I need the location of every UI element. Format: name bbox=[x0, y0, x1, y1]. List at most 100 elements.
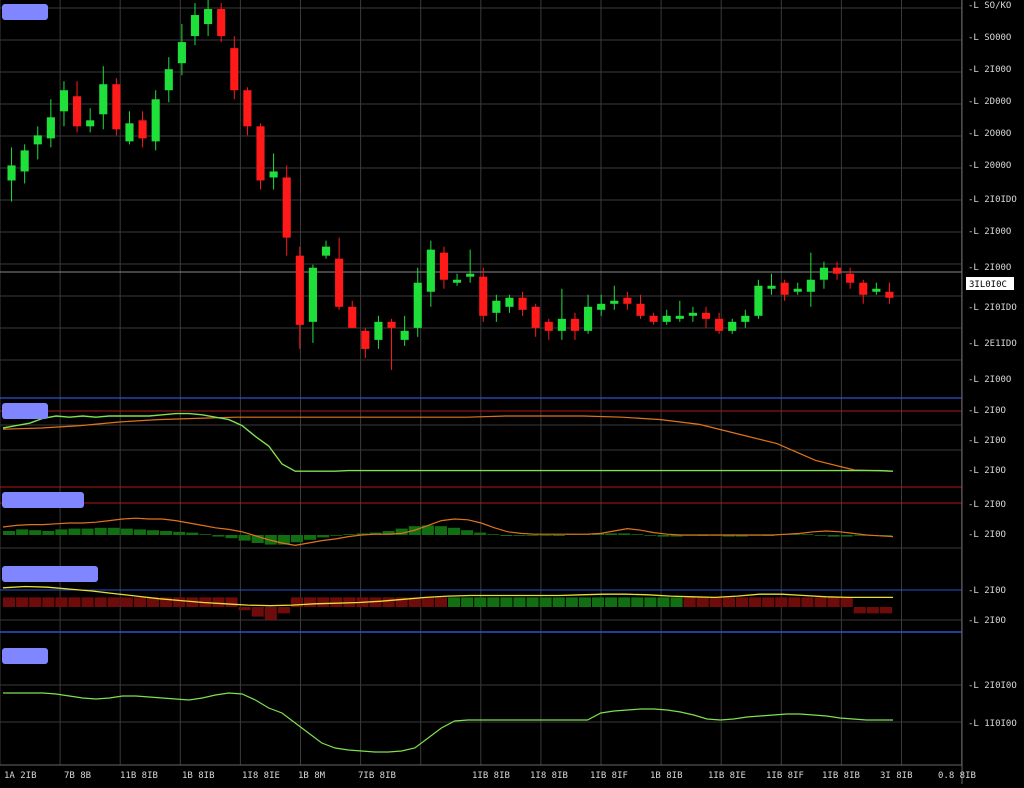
indicator3-histogram-bar bbox=[814, 597, 827, 607]
candle-body bbox=[348, 306, 357, 328]
indicator2-histogram-bar bbox=[173, 531, 186, 535]
indicator3-histogram-bar bbox=[251, 607, 264, 617]
indicator3-histogram-bar bbox=[421, 597, 434, 607]
indicator3-histogram-bar bbox=[212, 597, 225, 607]
indicator3-histogram-bar bbox=[133, 597, 146, 607]
candle-body bbox=[387, 321, 396, 328]
indicator2-histogram-bar bbox=[343, 534, 356, 535]
candle-body bbox=[439, 252, 449, 280]
indicator3-histogram-bar bbox=[722, 597, 735, 607]
candle-body bbox=[190, 15, 200, 37]
indicator1-label[interactable] bbox=[2, 403, 48, 419]
candle-body bbox=[230, 48, 239, 91]
indicator3-histogram-bar bbox=[552, 597, 565, 607]
indicator2-histogram-bar bbox=[801, 534, 814, 535]
indicator4-label[interactable] bbox=[2, 648, 48, 664]
indicator2-histogram-bar bbox=[120, 528, 133, 535]
indicator3-histogram-bar bbox=[827, 597, 840, 607]
price-tick-label: -L 2I00O bbox=[968, 227, 1011, 237]
candle-body bbox=[99, 84, 108, 115]
candle-body bbox=[112, 84, 121, 130]
candle-body bbox=[400, 330, 409, 340]
indicator2-label[interactable] bbox=[2, 492, 84, 508]
candle-body bbox=[557, 318, 566, 331]
main-pane-label[interactable] bbox=[2, 4, 48, 20]
candle-body bbox=[859, 282, 868, 295]
indicator2-histogram-bar bbox=[212, 535, 225, 537]
indicator2-histogram-bar bbox=[539, 535, 552, 536]
candle-body bbox=[701, 312, 711, 319]
time-tick-label: 1IB 8IE bbox=[708, 771, 746, 781]
indicator-tick-label: -L 2I0O bbox=[968, 406, 1006, 416]
indicator3-histogram-bar bbox=[225, 597, 238, 607]
candle-body bbox=[269, 171, 278, 178]
candle-body bbox=[256, 126, 265, 181]
price-tick-label: -L 2I00O bbox=[968, 65, 1011, 75]
candle-body bbox=[623, 297, 632, 304]
indicator2-histogram-bar bbox=[55, 529, 68, 535]
indicator3-histogram-bar bbox=[317, 597, 330, 607]
indicator-tick-label: -L 2I0O bbox=[968, 616, 1006, 626]
time-tick-label: 1IB 8IB bbox=[472, 771, 510, 781]
candle-body bbox=[321, 246, 331, 256]
indicator2-histogram-bar bbox=[29, 530, 42, 535]
indicator2-histogram-bar bbox=[42, 531, 55, 535]
indicator2-histogram-bar bbox=[552, 535, 565, 536]
indicator3-histogram-bar bbox=[683, 597, 696, 607]
indicator3-histogram-bar bbox=[696, 597, 709, 607]
time-tick-label: 1IB 8IB bbox=[822, 771, 860, 781]
indicator3-histogram-bar bbox=[487, 597, 500, 607]
candle-body bbox=[872, 288, 881, 292]
indicator2-histogram-bar bbox=[618, 533, 631, 535]
indicator2-histogram-bar bbox=[448, 527, 461, 535]
indicator3-histogram-bar bbox=[448, 597, 461, 607]
indicator3-histogram-bar bbox=[42, 597, 55, 607]
time-axis[interactable]: 1A 2IB 7B 8B 11B 8IB 1B 8IB 1I8 8IE 1B 8M 7IB … bbox=[4, 771, 976, 781]
indicator2-histogram-bar bbox=[146, 530, 160, 535]
indicator2-histogram-bar bbox=[644, 535, 657, 536]
indicator3-histogram-bar bbox=[434, 597, 447, 607]
indicator2-histogram-bar bbox=[605, 533, 618, 535]
candle-body bbox=[662, 315, 671, 322]
indicator3-histogram-bar bbox=[775, 597, 788, 607]
candle-body bbox=[282, 177, 291, 238]
indicator2-histogram-bar bbox=[317, 535, 330, 538]
indicator3-histogram-bar bbox=[3, 597, 16, 607]
chart-canvas[interactable]: -L SO/KO -L SO00O -L 2I00O -L 2D00O -L 2O00O… bbox=[0, 0, 1024, 784]
candle-body bbox=[505, 297, 514, 307]
indicator2-histogram-bar bbox=[840, 535, 853, 537]
indicator2-histogram-bar bbox=[160, 531, 173, 535]
indicator3-label[interactable] bbox=[2, 566, 98, 582]
indicator3-histogram-bar bbox=[16, 597, 29, 607]
indicator3-histogram-bar bbox=[578, 597, 591, 607]
candle-body bbox=[138, 120, 147, 139]
indicator-tick-label: -L 2I0O bbox=[968, 500, 1006, 510]
indicator3-histogram-bar bbox=[461, 597, 474, 607]
candle-body bbox=[413, 282, 422, 328]
indicator2-histogram-bar bbox=[330, 535, 343, 536]
candle-body bbox=[570, 318, 580, 331]
indicator3-histogram-bar bbox=[605, 597, 618, 607]
candle-body bbox=[741, 315, 750, 322]
trading-chart[interactable]: -L SO/KO -L SO00O -L 2I00O -L 2D00O -L 2O00O… bbox=[0, 0, 1024, 784]
indicator3-histogram-bar bbox=[565, 597, 578, 607]
candle-body bbox=[780, 282, 789, 295]
indicator2-histogram-bar bbox=[304, 535, 317, 540]
candle-body bbox=[374, 321, 383, 340]
indicator-tick-label: -L 2I0O bbox=[968, 586, 1006, 596]
candle-body bbox=[217, 9, 226, 37]
indicator2-histogram-bar bbox=[186, 532, 199, 535]
candle-body bbox=[584, 306, 593, 331]
candle-body bbox=[125, 123, 134, 142]
candle-body bbox=[649, 315, 658, 322]
candle-body bbox=[518, 297, 527, 310]
candle-body bbox=[59, 90, 69, 112]
candle-body bbox=[806, 279, 815, 292]
indicator3-histogram-bar bbox=[29, 597, 42, 607]
time-tick-label: 1IB 8IF bbox=[766, 771, 804, 781]
candle-body bbox=[164, 69, 173, 91]
indicator3-histogram-bar bbox=[238, 607, 251, 611]
indicator2-histogram-bar bbox=[657, 535, 670, 537]
indicator2-histogram-bar bbox=[434, 526, 447, 535]
candle-body bbox=[295, 255, 304, 325]
